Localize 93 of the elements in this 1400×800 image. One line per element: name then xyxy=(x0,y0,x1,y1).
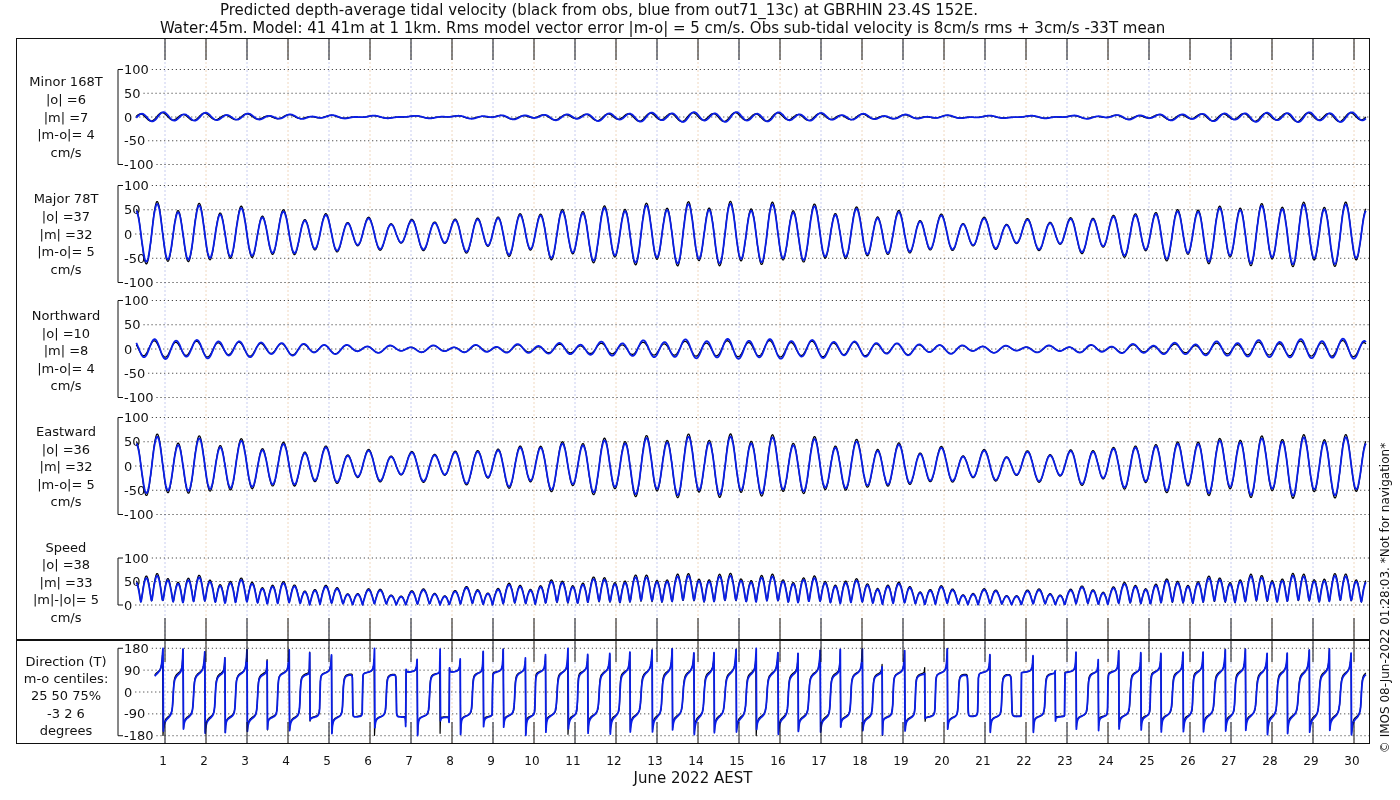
panel-label: |m-o|= 5 xyxy=(37,476,95,492)
panel-label: |m-o|= 4 xyxy=(37,127,95,143)
x-tick-label: 4 xyxy=(282,754,290,768)
y-tick-label: 50 xyxy=(124,85,141,101)
panel-label: Direction (T) xyxy=(25,654,107,669)
y-tick-label: 50 xyxy=(124,317,141,333)
panel-label: |o| =37 xyxy=(41,208,91,224)
x-tick-label: 15 xyxy=(729,754,745,768)
x-tick-label: 11 xyxy=(565,754,581,768)
panel-label: |m| =32 xyxy=(39,226,93,242)
x-tick-label: 8 xyxy=(446,754,454,768)
x-tick-label: 28 xyxy=(1262,754,1278,768)
y-tick-label: -100 xyxy=(124,157,154,172)
x-tick-label: 23 xyxy=(1057,754,1073,768)
x-tick-label: 29 xyxy=(1303,754,1319,768)
x-tick-label: 19 xyxy=(893,754,909,768)
y-tick-label: -50 xyxy=(124,133,146,149)
y-tick-label: 100 xyxy=(124,293,149,308)
x-tick-label: 3 xyxy=(241,754,249,768)
x-tick-label: 16 xyxy=(770,754,786,768)
panel-label: m-o centiles: xyxy=(23,671,109,687)
chart-subtitle: Water:45m. Model: 41 41m at 1 1km. Rms model vector error |m-o| = 5 cm/s. Obs sub-tidal velocity is 8cm/s rms + 3cm/s -33T mean xyxy=(160,19,1166,37)
x-tick-label: 9 xyxy=(487,754,495,768)
y-tick-label: 100 xyxy=(124,178,149,193)
panel-label: |m| =7 xyxy=(43,109,89,125)
panel-label: |o| =6 xyxy=(46,91,86,107)
panel-label: |o| =10 xyxy=(41,325,91,341)
y-tick-label: -50 xyxy=(124,250,146,266)
x-tick-label: 1 xyxy=(159,754,167,768)
x-tick-label: 25 xyxy=(1139,754,1155,768)
x-tick-label: 30 xyxy=(1344,754,1360,768)
y-tick-label: 0 xyxy=(124,109,133,125)
panel-label: |o| =36 xyxy=(41,441,91,457)
y-axis xyxy=(117,557,124,606)
y-tick-label: -100 xyxy=(124,275,154,290)
x-tick-label: 21 xyxy=(975,754,991,768)
x-tick-label: 24 xyxy=(1098,754,1114,768)
x-tick-label: 10 xyxy=(524,754,540,768)
panel-label: Speed xyxy=(45,540,87,555)
panel-label: |m| =33 xyxy=(39,574,93,590)
y-tick-label: -50 xyxy=(124,482,146,498)
y-tick-label: -100 xyxy=(124,390,154,405)
x-tick-label: 7 xyxy=(405,754,413,768)
x-tick-label: 22 xyxy=(1016,754,1032,768)
y-tick-label: 100 xyxy=(124,62,149,77)
panel-label: |o| =38 xyxy=(41,557,91,573)
panel-label: |m| =32 xyxy=(39,459,93,475)
y-tick-label: 100 xyxy=(124,410,149,425)
y-tick-label: -50 xyxy=(124,365,146,381)
panel-label: |m-o|= 5 xyxy=(37,244,95,260)
y-tick-label: 50 xyxy=(124,202,141,218)
panel-label: 25 50 75% xyxy=(30,688,102,704)
panel-label: |m-o|= 4 xyxy=(37,360,95,376)
y-tick-label: -180 xyxy=(124,728,154,744)
y-tick-label: 0 xyxy=(124,597,133,613)
y-tick-label: 90 xyxy=(124,662,141,678)
panel-label: cm/s xyxy=(50,378,82,394)
panel-label: Minor 168T xyxy=(29,74,103,89)
x-tick-label: 26 xyxy=(1180,754,1196,768)
y-tick-label: 0 xyxy=(124,458,133,474)
x-tick-label: 14 xyxy=(688,754,704,768)
y-tick-label: 100 xyxy=(124,550,149,566)
panel-label: cm/s xyxy=(50,609,82,625)
panel-label: cm/s xyxy=(50,262,82,278)
panel-label: |m| =8 xyxy=(43,343,89,359)
x-tick-label: 20 xyxy=(934,754,950,768)
x-tick-label: 12 xyxy=(606,754,622,768)
y-tick-label: 50 xyxy=(124,574,141,589)
panel-label: -3 2 6 xyxy=(47,705,85,721)
y-tick-label: -100 xyxy=(124,507,154,522)
y-tick-label: 0 xyxy=(124,341,133,357)
x-tick-label: 2 xyxy=(200,754,208,768)
panel-label: Major 78T xyxy=(33,191,99,206)
y-tick-label: 0 xyxy=(124,226,133,242)
x-tick-label: 27 xyxy=(1221,754,1237,768)
panel-label: Eastward xyxy=(36,424,96,439)
panel-label: cm/s xyxy=(50,494,82,510)
y-tick-label: 0 xyxy=(124,684,133,700)
x-tick-label: 13 xyxy=(647,754,663,768)
y-tick-label: 180 xyxy=(124,640,149,656)
chart-title: Predicted depth-average tidal velocity (black from obs, blue from out71_13c) at GBRHIN 23.4S 152E. xyxy=(220,1,979,19)
panel-label: Northward xyxy=(31,308,101,323)
y-tick-label: 50 xyxy=(124,434,141,450)
x-tick-label: 5 xyxy=(323,754,331,768)
panel-label: |m|-|o|= 5 xyxy=(32,592,100,608)
x-tick-label: 17 xyxy=(811,754,827,768)
x-tick-label: 18 xyxy=(852,754,868,768)
x-tick-label: 6 xyxy=(364,754,372,768)
y-tick-label: -90 xyxy=(124,706,146,722)
panel-label: degrees xyxy=(39,722,93,738)
copyright-note: © IMOS 08-Jun-2022 01:28:03. *Not for navigation* xyxy=(1378,442,1392,754)
x-axis-label: June 2022 AEST xyxy=(633,769,753,787)
panel-label: cm/s xyxy=(50,145,82,161)
